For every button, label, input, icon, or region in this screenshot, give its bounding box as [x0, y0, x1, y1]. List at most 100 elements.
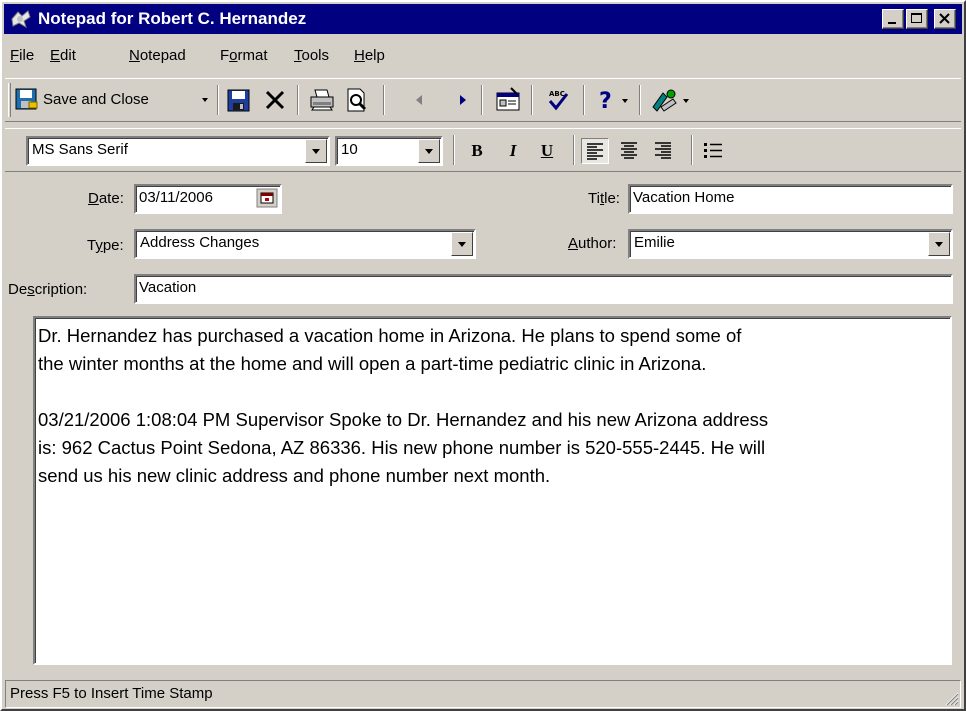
standard-toolbar: Save and Close ABC ? — [5, 78, 961, 122]
print-button[interactable] — [307, 85, 337, 115]
toolbar-separator — [297, 85, 299, 115]
notes-paragraph: Dr. Hernandez has purchased a vacation h… — [38, 322, 946, 378]
delete-icon — [265, 90, 285, 110]
print-preview-icon — [347, 88, 367, 112]
maximize-icon — [911, 13, 922, 23]
toolbar-separator — [453, 135, 455, 165]
spellcheck-button[interactable]: ABC — [543, 85, 573, 115]
notes-paragraph: 03/21/2006 1:08:04 PM Supervisor Spoke t… — [38, 406, 946, 490]
author-label: Author: — [568, 235, 617, 252]
notepad-window: Notepad for Robert C. Hernandez File Edi… — [0, 0, 966, 711]
minimize-button[interactable] — [882, 9, 904, 29]
align-right-icon — [655, 142, 671, 159]
notes-line: 03/21/2006 1:08:04 PM Supervisor Spoke t… — [38, 409, 769, 430]
previous-button[interactable] — [409, 85, 429, 115]
calendar-icon — [256, 188, 278, 208]
date-field[interactable]: 03/11/2006 — [134, 184, 282, 214]
notes-line: is: 962 Cactus Point Sedona, AZ 86336. H… — [38, 437, 766, 458]
menu-file[interactable]: File — [10, 47, 34, 65]
previous-icon — [416, 95, 422, 105]
next-button[interactable] — [453, 85, 473, 115]
resize-grip-icon[interactable] — [943, 690, 959, 706]
date-label: Date: — [88, 190, 124, 207]
align-right-button[interactable] — [649, 138, 677, 164]
notepad-app-icon[interactable] — [10, 9, 32, 29]
font-name-combo[interactable]: MS Sans Serif — [26, 136, 330, 166]
bullet-list-icon — [704, 143, 722, 158]
save-button[interactable] — [225, 85, 253, 115]
align-left-button[interactable] — [581, 138, 609, 164]
description-value: Vacation — [139, 279, 197, 296]
underline-button[interactable]: U — [533, 138, 561, 164]
menu-help[interactable]: Help — [354, 47, 385, 65]
svg-text:ABC: ABC — [549, 90, 565, 98]
align-center-button[interactable] — [615, 138, 643, 164]
next-icon — [460, 95, 466, 105]
save-icon — [227, 89, 250, 112]
tools-button[interactable] — [649, 85, 693, 115]
minimize-icon — [888, 22, 896, 24]
window-title: Notepad for Robert C. Hernandez — [38, 9, 307, 28]
menu-notepad[interactable]: Notepad — [129, 47, 186, 65]
font-size-dropdown-button[interactable] — [418, 139, 440, 163]
title-label: Title: — [588, 190, 620, 207]
menu-tools[interactable]: Tools — [294, 47, 329, 65]
properties-icon — [496, 87, 520, 111]
delete-button[interactable] — [261, 85, 289, 115]
notes-text-area[interactable]: Dr. Hernandez has purchased a vacation h… — [33, 316, 952, 665]
notes-line: the winter months at the home and will o… — [38, 353, 707, 374]
notes-line: Dr. Hernandez has purchased a vacation h… — [38, 325, 742, 346]
status-pane: Press F5 to Insert Time Stamp — [5, 680, 961, 708]
title-bar[interactable]: Notepad for Robert C. Hernandez — [4, 4, 962, 34]
toolbar-separator — [383, 85, 385, 115]
toolbar-separator — [639, 85, 641, 115]
description-label: Description: — [8, 281, 88, 298]
menu-edit[interactable]: Edit — [50, 47, 76, 65]
author-dropdown-button[interactable] — [928, 232, 950, 256]
close-button[interactable] — [934, 9, 956, 29]
toolbar-separator — [531, 85, 533, 115]
tools-dropdown-arrow[interactable] — [683, 99, 689, 103]
type-dropdown[interactable]: Address Changes — [134, 229, 476, 259]
spellcheck-icon: ABC — [548, 90, 569, 111]
print-preview-button[interactable] — [343, 85, 371, 115]
maximize-button[interactable] — [906, 9, 928, 29]
notes-line: send us his new clinic address and phone… — [38, 465, 551, 486]
italic-button[interactable]: I — [499, 138, 527, 164]
status-bar: Press F5 to Insert Time Stamp — [5, 680, 961, 708]
help-dropdown-arrow[interactable] — [622, 99, 628, 103]
menu-format[interactable]: Format — [220, 47, 268, 65]
type-value: Address Changes — [140, 234, 260, 251]
toolbar-separator — [217, 85, 219, 115]
font-size-combo[interactable]: 10 — [335, 136, 443, 166]
toolbar-separator — [573, 135, 575, 165]
type-dropdown-button[interactable] — [451, 232, 473, 256]
bullets-button[interactable] — [699, 138, 727, 164]
save-close-dropdown-arrow[interactable] — [202, 98, 208, 102]
print-icon — [310, 89, 334, 111]
save-and-close-button[interactable]: Save and Close — [13, 85, 211, 115]
description-field[interactable]: Vacation — [134, 274, 953, 304]
formatting-toolbar: MS Sans Serif 10 B I U — [5, 128, 961, 172]
author-value: Emilie — [634, 234, 675, 251]
close-icon — [939, 13, 950, 24]
save-and-close-label: Save and Close — [43, 91, 149, 108]
title-value: Vacation Home — [633, 189, 735, 206]
toolbar-separator — [583, 85, 585, 115]
svg-text:?: ? — [599, 89, 612, 114]
bold-button[interactable]: B — [463, 138, 491, 164]
align-left-icon — [587, 143, 603, 160]
tools-icon — [652, 89, 677, 112]
title-field[interactable]: Vacation Home — [628, 184, 953, 214]
author-dropdown[interactable]: Emilie — [628, 229, 953, 259]
font-size-value: 10 — [341, 141, 358, 158]
status-text: Press F5 to Insert Time Stamp — [10, 685, 213, 702]
calendar-button[interactable] — [256, 188, 278, 208]
properties-button[interactable] — [493, 85, 523, 115]
date-value: 03/11/2006 — [139, 189, 213, 206]
help-icon: ? — [599, 89, 612, 114]
font-name-dropdown-button[interactable] — [305, 139, 327, 163]
align-center-icon — [621, 142, 637, 159]
help-button[interactable]: ? — [595, 85, 631, 115]
toolbar-grip[interactable] — [8, 83, 11, 117]
